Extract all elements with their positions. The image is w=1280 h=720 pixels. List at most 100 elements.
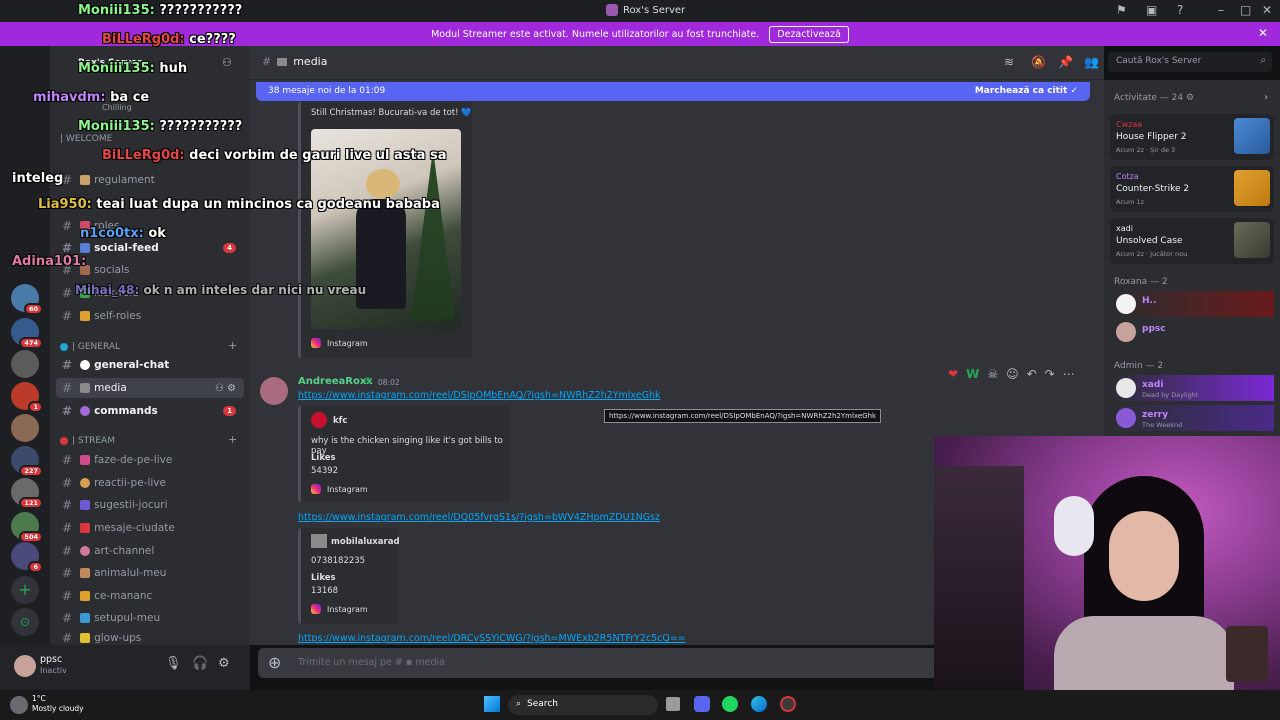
more-icon[interactable]: ⋯ bbox=[1063, 367, 1075, 381]
server-icon[interactable]: 504 bbox=[11, 512, 43, 543]
channel-faze-de-pe-live[interactable]: # faze-de-pe-live bbox=[56, 450, 244, 470]
channel-general-chat[interactable]: # general-chat bbox=[56, 355, 244, 375]
w-reaction-icon[interactable]: W bbox=[966, 367, 979, 381]
activity-user: Cotza bbox=[1116, 172, 1139, 181]
activity-title-text: Activitate — 24 bbox=[1114, 93, 1184, 103]
embed-footer: Instagram bbox=[311, 338, 368, 348]
channel-commands[interactable]: # commands 1 bbox=[56, 401, 244, 421]
author-name[interactable]: AndreeaRoxx bbox=[298, 376, 373, 387]
discord-icon[interactable] bbox=[694, 696, 710, 712]
channel-self-roles[interactable]: # self-roles bbox=[56, 306, 244, 326]
add-server-icon[interactable]: + bbox=[11, 576, 39, 604]
overlay-text: inteleg bbox=[12, 171, 64, 186]
user-name[interactable]: ppsc bbox=[40, 654, 62, 665]
monitor-icon[interactable]: ▣ bbox=[1146, 3, 1157, 17]
server-icon[interactable] bbox=[11, 350, 39, 378]
minimize-icon[interactable]: – bbox=[1218, 3, 1224, 17]
member-item[interactable]: H.. bbox=[1110, 291, 1274, 317]
reply-icon[interactable]: ↶ bbox=[1027, 367, 1037, 381]
taskview-icon[interactable] bbox=[666, 697, 680, 711]
threads-icon[interactable]: ≋ bbox=[1004, 55, 1014, 69]
server-icon[interactable]: 1 bbox=[11, 382, 43, 413]
server-icon[interactable]: 474 bbox=[11, 318, 43, 349]
mention-badge: 1 bbox=[223, 406, 236, 416]
channel-media[interactable]: # media ⚇ ⚙ bbox=[56, 378, 244, 398]
close-banner-icon[interactable]: ✕ bbox=[1258, 26, 1268, 40]
channel-animalul-meu[interactable]: # animalul-meu bbox=[56, 563, 244, 583]
embed-footer: Instagram bbox=[311, 484, 368, 494]
headphones-icon[interactable]: 🎧 bbox=[192, 656, 208, 671]
inbox-icon[interactable]: ⚑ bbox=[1116, 3, 1127, 17]
overlay-chat-line: Moniii135: huh bbox=[78, 61, 187, 76]
search-input[interactable]: Caută Rox's Server ⌕ bbox=[1108, 52, 1272, 72]
forward-icon[interactable]: ↷ bbox=[1045, 367, 1055, 381]
maximize-icon[interactable]: □ bbox=[1240, 3, 1251, 17]
activity-card[interactable]: Cwzaa House Flipper 2 Acum 2z · Șir de 3 bbox=[1110, 114, 1274, 160]
server-icon[interactable]: 6 bbox=[11, 542, 43, 573]
edge-icon[interactable] bbox=[751, 696, 767, 712]
new-messages-bar[interactable]: 38 mesaje noi de la 01:09 Marchează ca c… bbox=[256, 82, 1090, 101]
obs-icon[interactable] bbox=[780, 696, 796, 712]
member-item[interactable]: zerry The Weeknd bbox=[1110, 405, 1274, 431]
category-general[interactable]: | GENERAL bbox=[60, 342, 120, 352]
discover-icon[interactable]: ⊙ bbox=[11, 608, 39, 636]
server-icon[interactable] bbox=[11, 414, 39, 442]
windows-start-icon[interactable] bbox=[484, 696, 500, 712]
members-icon[interactable]: 👥 bbox=[1084, 55, 1099, 69]
overlay-chat-line: n1co0tx: ok bbox=[80, 226, 166, 241]
activity-card[interactable]: Cotza Counter-Strike 2 Acum 1z bbox=[1110, 166, 1274, 212]
activity-title: Activitate — 24 ⚙ bbox=[1114, 93, 1195, 103]
activity-card[interactable]: xadi Unsolved Case Acum 2z · Jucător nou bbox=[1110, 218, 1274, 264]
add-channel-icon[interactable]: + bbox=[228, 433, 237, 446]
close-window-icon[interactable]: ✕ bbox=[1262, 3, 1272, 17]
weather-icon[interactable] bbox=[10, 696, 28, 714]
invite-icon[interactable]: ⚇ bbox=[222, 56, 232, 69]
weather-widget[interactable]: 1°C Mostly cloudy bbox=[32, 694, 84, 714]
embed-account[interactable]: mobilaluxarad bbox=[331, 537, 400, 547]
instagram-link[interactable]: https://www.instagram.com/reel/DQ05fvrgS… bbox=[298, 512, 660, 523]
help-icon[interactable]: ? bbox=[1177, 3, 1183, 17]
channel-mesaje-ciudate[interactable]: # mesaje-ciudate bbox=[56, 518, 244, 538]
add-reaction-icon[interactable]: ☺ bbox=[1006, 367, 1019, 381]
notifications-icon[interactable]: 🔕 bbox=[1031, 55, 1046, 69]
category-stream[interactable]: | STREAM bbox=[60, 436, 115, 446]
instagram-link[interactable]: https://www.instagram.com/reel/DRCvSSYiC… bbox=[298, 633, 686, 644]
server-icon[interactable]: 121 bbox=[11, 478, 43, 509]
channel-art-channel[interactable]: # art-channel bbox=[56, 541, 244, 561]
channel-settings-icon[interactable]: ⚇ ⚙ bbox=[215, 383, 236, 394]
chevron-right-icon[interactable]: › bbox=[1264, 92, 1268, 103]
embed-account[interactable]: kfc bbox=[333, 416, 347, 426]
server-icon[interactable]: 60 bbox=[11, 284, 43, 315]
taskbar-search[interactable]: ⌕ Search bbox=[508, 695, 658, 715]
channel-glow-ups[interactable]: # glow-ups bbox=[56, 631, 244, 645]
add-channel-icon[interactable]: + bbox=[228, 339, 237, 352]
category-welcome[interactable]: | WELCOME bbox=[60, 134, 112, 144]
member-item[interactable]: xadi Dead by Daylight bbox=[1110, 375, 1274, 401]
channel-regulament[interactable]: # regulament bbox=[56, 170, 244, 190]
disable-streamer-button[interactable]: Dezactivează bbox=[769, 25, 849, 43]
microphone-icon[interactable]: 🎙 bbox=[165, 656, 182, 671]
image-subject bbox=[366, 169, 400, 199]
pin-icon[interactable]: 📌 bbox=[1058, 55, 1073, 69]
user-avatar[interactable] bbox=[14, 655, 36, 677]
channel-sugestii-jocuri[interactable]: # sugestii-jocuri bbox=[56, 495, 244, 515]
instagram-icon bbox=[311, 338, 321, 348]
channel-reactii-pe-live[interactable]: # reactii-pe-live bbox=[56, 473, 244, 493]
member-item[interactable]: ppsc bbox=[1110, 319, 1274, 345]
server-icon[interactable]: 227 bbox=[11, 446, 43, 477]
mark-read-button[interactable]: Marchează ca citit ✓ bbox=[975, 86, 1078, 96]
spotify-icon[interactable] bbox=[722, 696, 738, 712]
settings-icon[interactable]: ⚙ bbox=[218, 656, 230, 671]
author-avatar[interactable] bbox=[260, 377, 288, 405]
hash-icon: # bbox=[62, 173, 73, 187]
channel-setupul-meu[interactable]: # setupul-meu bbox=[56, 608, 244, 628]
attach-icon[interactable]: ⊕ bbox=[268, 653, 281, 672]
skull-reaction-icon[interactable]: ☠ bbox=[987, 367, 998, 381]
heart-reaction-icon[interactable]: ❤ bbox=[948, 367, 958, 381]
film-emoji-icon bbox=[277, 57, 288, 66]
instagram-link[interactable]: https://www.instagram.com/reel/DSIpOMbEn… bbox=[298, 390, 660, 401]
channel-ce-mananc[interactable]: # ce-mananc bbox=[56, 586, 244, 606]
sparkle-emoji-icon bbox=[80, 633, 91, 643]
hash-icon: # bbox=[62, 544, 73, 558]
hash-icon: # bbox=[62, 566, 73, 580]
